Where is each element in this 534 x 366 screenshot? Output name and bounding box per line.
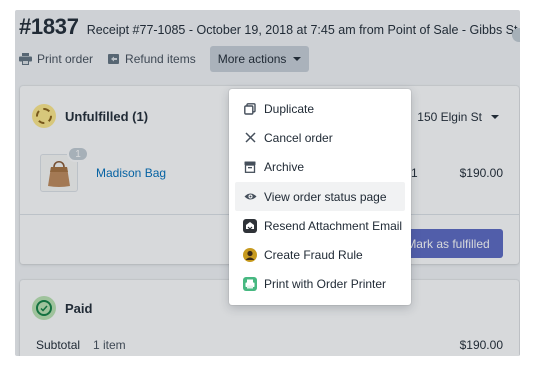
location-label: 150 Elgin St [417,110,482,124]
quantity-value: 1 [411,166,418,180]
menu-item-print-order-printer[interactable]: Print with Order Printer [235,270,405,299]
subtotal-value: $190.00 [459,338,503,352]
refund-items-button[interactable]: Refund items [107,46,196,72]
menu-item-label: Resend Attachment Email [264,218,403,233]
print-icon [19,53,32,65]
header-toggle[interactable] [512,28,520,42]
payment-title: Paid [65,301,93,316]
page-header: #1837 Receipt #77-1085 - October 19, 201… [19,14,517,40]
fulfillment-title: Unfulfilled (1) [65,109,149,124]
subtotal-label: Subtotal [36,338,81,352]
menu-item-label: Create Fraud Rule [264,248,363,263]
menu-item-label: Print with Order Printer [264,277,387,292]
close-icon [243,131,257,145]
archive-icon [243,160,257,174]
menu-item-label: Archive [264,160,305,175]
quantity-badge: 1 [67,146,89,162]
more-actions-menu: Duplicate Cancel order Archive View orde… [229,89,411,305]
more-actions-label: More actions [217,52,287,66]
more-actions-button[interactable]: More actions [209,46,310,72]
menu-item-create-fraud-rule[interactable]: Create Fraud Rule [235,240,405,269]
subtotal-items: 1 item [93,338,126,352]
menu-item-label: View order status page [264,189,387,204]
menu-item-cancel-order[interactable]: Cancel order [235,123,405,152]
product-link[interactable]: Madison Bag [96,166,166,180]
refund-icon [108,54,120,64]
line-price: $190.00 [459,166,503,180]
menu-item-resend-attachment[interactable]: Resend Attachment Email [235,211,405,240]
chevron-down-icon [491,115,499,119]
unfulfilled-icon [32,104,56,128]
eye-icon [243,190,257,204]
print-order-button[interactable]: Print order [19,46,93,72]
menu-item-label: Duplicate [264,101,315,116]
bag-image [48,160,70,187]
menu-item-duplicate[interactable]: Duplicate [235,94,405,123]
fraud-app-icon [243,248,257,263]
order-page: #1837 Receipt #77-1085 - October 19, 201… [15,10,520,356]
receipt-info: Receipt #77-1085 - October 19, 2018 at 7… [86,23,518,37]
menu-item-label: Cancel order [264,130,333,145]
print-order-label: Print order [37,52,94,66]
order-number: #1837 [19,14,79,39]
menu-item-view-order-status[interactable]: View order status page [235,181,405,212]
printer-app-icon [243,277,257,292]
menu-item-archive[interactable]: Archive [235,153,405,182]
duplicate-icon [243,102,257,116]
refund-items-label: Refund items [125,52,196,66]
resend-app-icon [243,218,257,233]
location-selector[interactable]: 150 Elgin St [417,110,499,124]
chevron-down-icon [293,57,302,61]
paid-check-icon [32,296,56,320]
order-actions-bar: Print order Refund items More actions [19,46,310,72]
